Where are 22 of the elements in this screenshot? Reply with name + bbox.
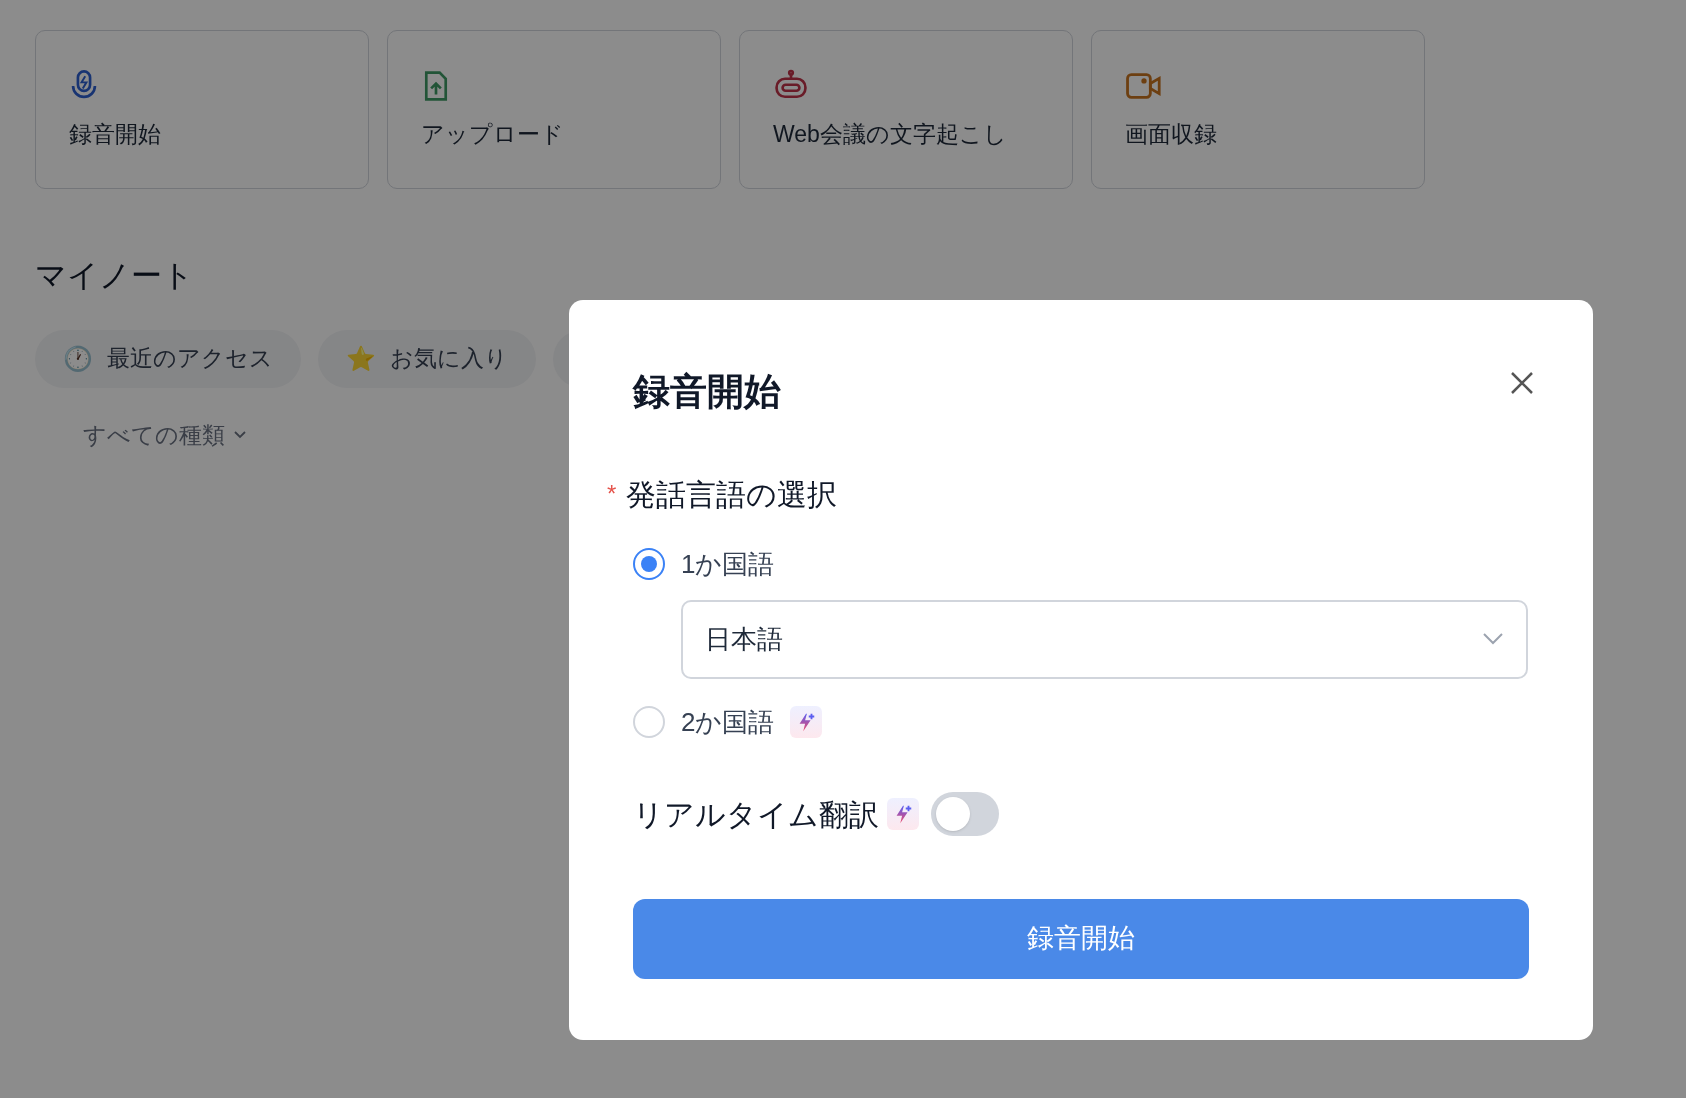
- type-filter-dropdown[interactable]: すべての種類: [83, 417, 247, 452]
- filter-chip[interactable]: ⭐ お気に入り: [318, 329, 536, 388]
- start-recording-button[interactable]: 録音開始: [633, 898, 1529, 979]
- option-label: 2か国語: [681, 705, 775, 739]
- chevron-down-icon: [233, 429, 247, 440]
- field-label: 発話言語の選択: [626, 476, 838, 513]
- filter-chip[interactable]: 🕐 最近のアクセス: [35, 329, 301, 388]
- realtime-translation-label: リアルタイム翻訳: [633, 796, 879, 833]
- language-select[interactable]: 日本語: [681, 599, 1528, 679]
- action-card[interactable]: 録音開始: [35, 30, 369, 189]
- action-card[interactable]: 画面収録: [1091, 30, 1425, 189]
- dialog-title: 録音開始: [633, 370, 781, 414]
- chevron-down-icon: [1482, 632, 1504, 646]
- required-mark: *: [607, 479, 617, 509]
- toggle-switch[interactable]: [931, 792, 999, 836]
- radio-button[interactable]: [633, 548, 665, 580]
- action-card[interactable]: Web会議の文字起こし: [739, 30, 1073, 189]
- action-card[interactable]: アップロード: [387, 30, 721, 189]
- filter-icon: ⭐: [346, 340, 376, 377]
- section-title: マイノート: [35, 257, 194, 295]
- option-label: 1か国語: [681, 547, 775, 581]
- filter-icon: 🕐: [63, 340, 93, 377]
